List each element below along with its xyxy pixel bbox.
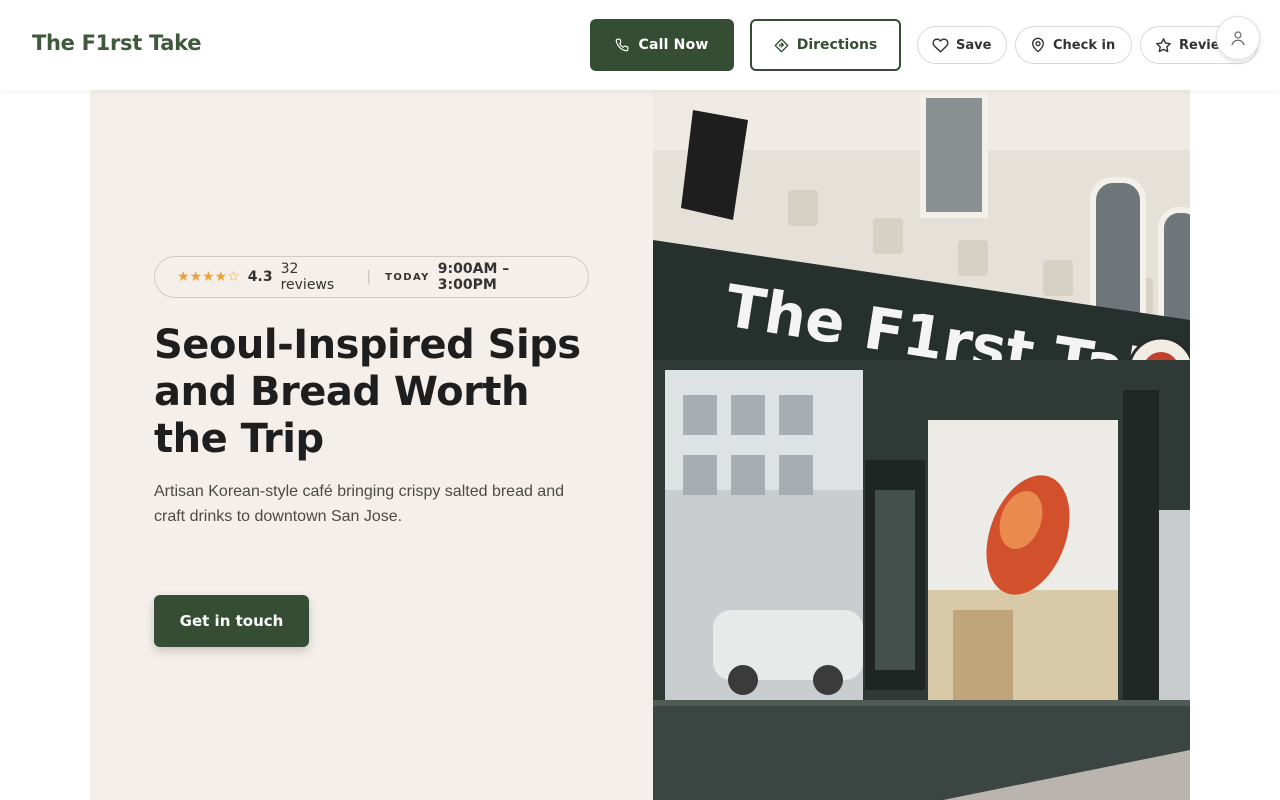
rating-value: 4.3 <box>247 269 273 285</box>
divider: | <box>366 269 372 285</box>
save-button[interactable]: Save <box>917 26 1007 64</box>
call-now-label: Call Now <box>638 37 709 53</box>
star-icon <box>1155 37 1172 54</box>
review-count[interactable]: 32 reviews <box>281 261 353 293</box>
storefront-illustration: The F1rst Take <box>653 90 1190 800</box>
directions-label: Directions <box>796 37 878 53</box>
hero-description: Artisan Korean-style café bringing crisp… <box>154 483 564 525</box>
save-label: Save <box>956 37 992 53</box>
user-icon <box>1229 29 1247 47</box>
heart-icon <box>932 37 949 54</box>
hero-headline: Seoul-Inspired Sips and Bread Worth the … <box>154 322 581 462</box>
storefront-photo: The F1rst Take <box>653 90 1190 800</box>
phone-icon <box>615 38 629 52</box>
today-label: TODAY <box>385 271 430 283</box>
directions-button[interactable]: Directions <box>750 19 901 71</box>
user-avatar-button[interactable] <box>1216 16 1260 60</box>
check-in-label: Check in <box>1053 37 1116 53</box>
rating-hours-pill: ★★★★☆ 4.3 32 reviews | TODAY 9:00AM – 3:… <box>154 256 589 298</box>
directions-icon <box>774 38 789 53</box>
hero-content-panel: ★★★★☆ 4.3 32 reviews | TODAY 9:00AM – 3:… <box>90 90 653 800</box>
get-in-touch-button[interactable]: Get in touch <box>154 595 309 647</box>
site-header: The F1rst Take Call Now Directions Save … <box>0 0 1280 90</box>
rating-stars: ★★★★☆ <box>177 269 240 285</box>
brand-logo[interactable]: The F1rst Take <box>32 31 202 55</box>
location-pin-icon <box>1030 37 1046 53</box>
check-in-button[interactable]: Check in <box>1015 26 1132 64</box>
opening-hours: 9:00AM – 3:00PM <box>437 261 510 293</box>
call-now-button[interactable]: Call Now <box>590 19 734 71</box>
